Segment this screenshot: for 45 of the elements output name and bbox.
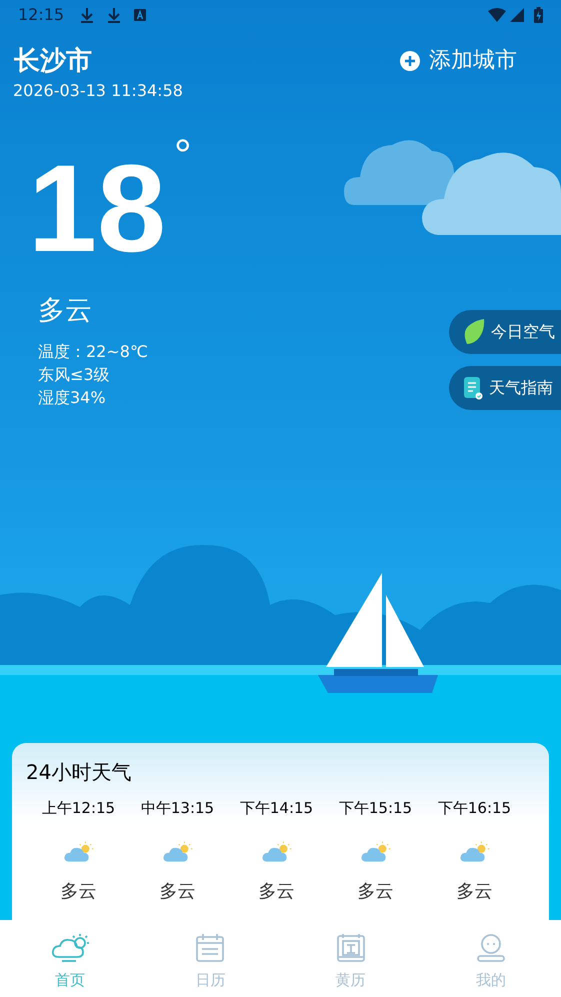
hour-condition: 多云 [160,880,196,904]
nav-tab[interactable]: 我的 [420,920,561,997]
date-time: 2026-03-13 11:34:58 [12,80,184,102]
add-city-button[interactable]: 添加城市 [400,44,517,77]
hour-time: 下午14:15 [240,798,314,819]
hour-condition: 多云 [456,880,492,904]
cloud-sun-icon [62,840,94,864]
nav-tab[interactable]: 黄历 [280,920,421,997]
weather-detail: 东风≤3级 [38,364,110,386]
download-icon [107,7,122,23]
hour-time: 中午13:15 [140,798,214,819]
hour-time: 下午15:15 [338,798,412,819]
hourly-title: 24小时天气 [26,759,132,786]
city-name: 长沙市 [14,44,92,76]
plus-circle-icon [400,50,420,70]
calendar-icon [195,932,226,962]
cloud-sun-icon [360,840,392,864]
cloud-sun-icon [50,932,90,962]
cloud-sun-icon [162,840,194,864]
hour-time: 下午16:15 [438,798,512,819]
cloud-sun-icon [458,840,490,864]
note-icon [463,376,483,400]
status-time: 12:15 [18,4,64,26]
download-icon [80,7,94,23]
nav-tab[interactable]: 日历 [140,920,280,997]
keyboard-icon [134,9,146,21]
hour-time: 上午12:15 [42,798,116,819]
current-condition: 多云 [37,294,92,328]
side-pill-button[interactable]: 今日空气 [449,310,561,354]
hour-condition: 多云 [258,880,294,904]
leaf-icon [463,318,485,346]
current-temperature: 18 [28,149,166,269]
nav-tab[interactable]: 首页 [0,920,140,997]
degree-mark: ° [174,141,192,171]
signal-icon [510,8,524,22]
cloud-sun-icon [260,840,292,864]
almanac-icon [336,932,366,962]
weather-detail: 湿度34% [38,386,106,408]
profile-icon [476,932,506,962]
hour-condition: 多云 [60,880,96,904]
side-pill-button[interactable]: 天气指南 [449,366,561,410]
battery-icon [534,7,543,23]
weather-detail: 温度：22~8℃ [38,340,148,362]
hour-condition: 多云 [358,880,394,904]
wifi-icon [488,8,506,22]
